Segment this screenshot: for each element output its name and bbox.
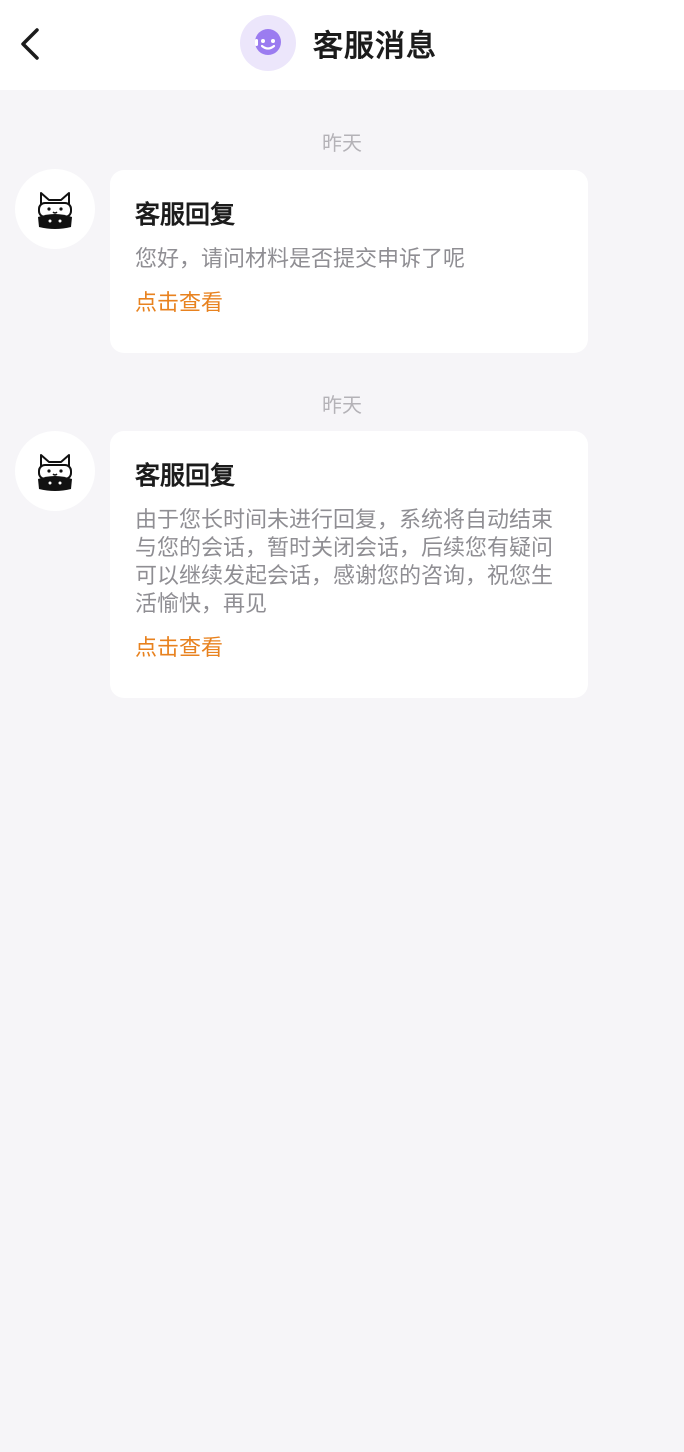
page-title: 客服消息 [313, 29, 437, 64]
back-button[interactable] [10, 22, 50, 66]
message-body: 您好，请问材料是否提交申诉了呢 [135, 247, 466, 272]
header-bar: 客服消息 [0, 0, 684, 90]
cat-avatar-icon [38, 454, 72, 491]
cat-avatar-icon [38, 192, 72, 229]
chevron-left-icon [21, 28, 39, 60]
view-details-link[interactable]: 点击查看 [135, 290, 563, 318]
avatar [15, 169, 95, 249]
message-card[interactable]: 客服回复 您好，请问材料是否提交申诉了呢 点击查看 [110, 170, 588, 353]
header-title-group: 客服消息 [240, 15, 437, 71]
message-title: 客服回复 [135, 461, 236, 490]
view-details-link[interactable]: 点击查看 [135, 635, 563, 663]
message-body: 由于您长时间未进行回复，系统将自动结束与您的会话，暂时关闭会话，后续您有疑问可以… [135, 508, 554, 617]
customer-service-icon [240, 15, 296, 71]
avatar [15, 431, 95, 511]
message-card[interactable]: 客服回复 由于您长时间未进行回复，系统将自动结束与您的会话，暂时关闭会话，后续您… [110, 431, 588, 698]
message-date: 昨天 [322, 393, 362, 417]
message-date: 昨天 [322, 131, 362, 155]
message-title: 客服回复 [135, 200, 236, 229]
